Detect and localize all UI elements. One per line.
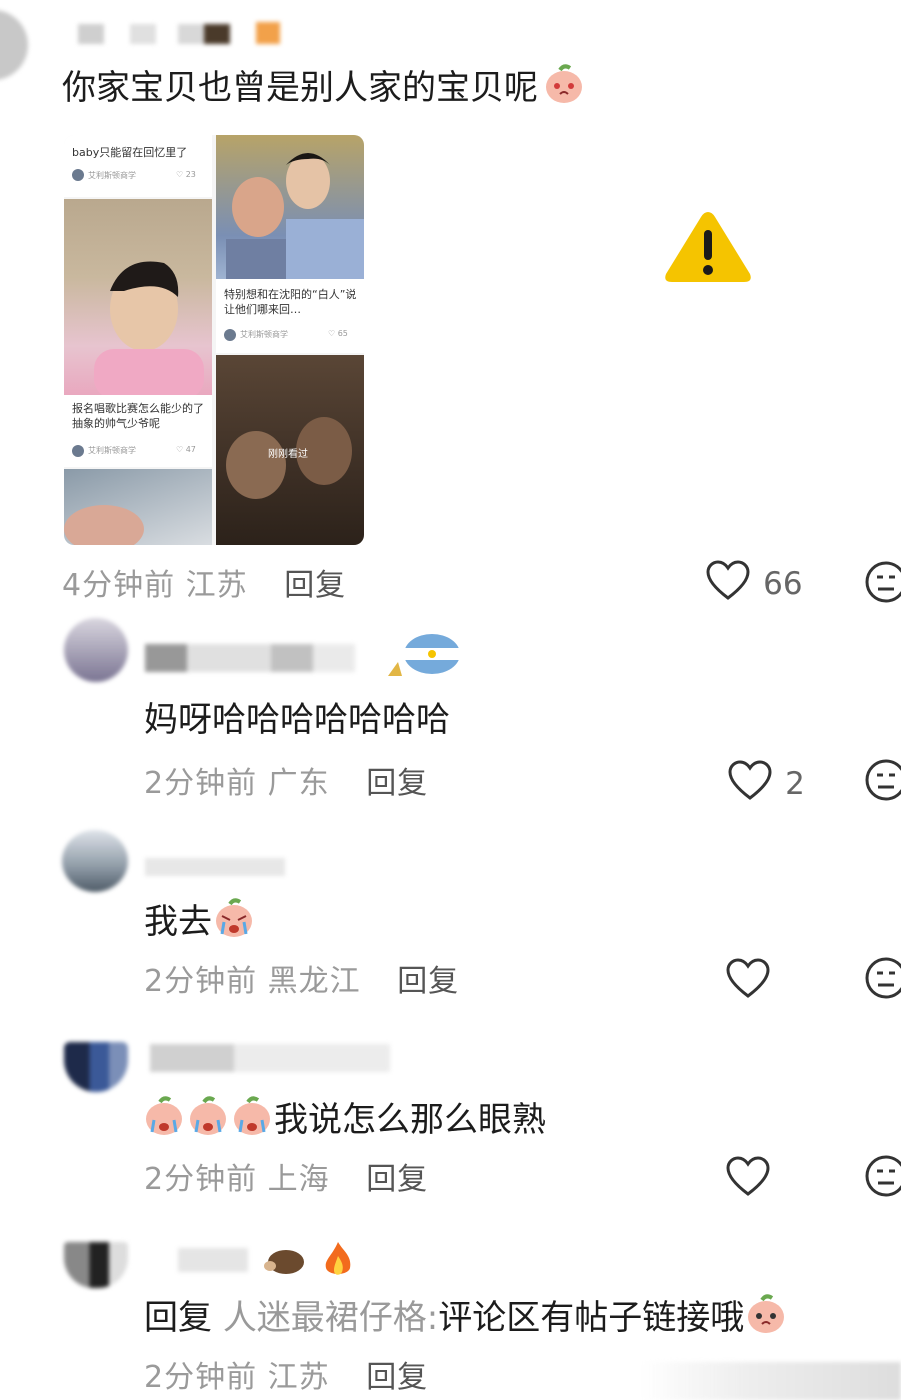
comment-location: 黑龙江 [267, 964, 361, 999]
comment-location: 广东 [267, 766, 330, 801]
grid-cell-1-likes: ♡ 23 [176, 170, 196, 179]
comment-time: 2分钟前 [144, 1360, 258, 1395]
comment-meta: 2分钟前 广东 回复 [144, 758, 428, 802]
reply-button[interactable]: 回复 [366, 1360, 428, 1395]
avatar [72, 169, 84, 181]
avatar[interactable] [0, 10, 28, 80]
grid-cell-1-author: 艾利斯顿商学 [88, 171, 136, 180]
comment-time: 2分钟前 [144, 964, 258, 999]
username-blurred [145, 858, 285, 876]
like-button[interactable] [726, 1156, 770, 1202]
dislike-icon[interactable] [864, 560, 901, 608]
comment-location: 江苏 [267, 1360, 330, 1395]
grid-cell-1-caption: baby只能留在回忆里了 [72, 146, 188, 159]
avatar [224, 329, 236, 341]
username-blurred [178, 1248, 248, 1272]
username-blurred [78, 22, 288, 46]
reply-button[interactable]: 回复 [366, 1162, 428, 1197]
heart-icon [728, 760, 772, 806]
image-grid[interactable]: baby只能留在回忆里了 艾利斯顿商学 ♡ 23 报名唱歌比赛怎么能少的了抽象的… [64, 135, 364, 545]
comment-location: 上海 [267, 1162, 330, 1197]
comment-text: 我去 [144, 896, 256, 951]
dislike-icon[interactable] [864, 956, 901, 1004]
avatar[interactable] [64, 1242, 128, 1288]
reply-to-user[interactable]: 人迷最裙仔格: [223, 1298, 438, 1338]
peach-emoji-icon [744, 1292, 788, 1347]
grid-cell-3-likes: ♡ 47 [176, 445, 196, 454]
post-text: 你家宝贝也曾是别人家的宝贝呢 [62, 62, 586, 117]
avatar[interactable] [64, 618, 128, 682]
crying-peach-emoji-icon [186, 1094, 230, 1149]
grid-cell-2-likes: ♡ 65 [328, 329, 348, 338]
grid-cell-2[interactable]: 特别想和在沈阳的“白人”说让他们哪来回… 艾利斯顿商学 ♡ 65 [216, 279, 364, 353]
username-blurred [150, 1044, 390, 1072]
watermark [640, 1362, 901, 1400]
dislike-icon[interactable] [864, 1154, 901, 1202]
hedgehog-badge-icon [262, 1242, 306, 1282]
grid-cell-4-photo[interactable]: 刚刚看过 [216, 355, 364, 545]
crying-peach-emoji-icon [142, 1094, 186, 1149]
comment-meta: 2分钟前 江苏 回复 [144, 1352, 428, 1396]
comment-time: 2分钟前 [144, 1162, 258, 1197]
grid-cell-3-photo[interactable] [64, 199, 212, 399]
like-count: 66 [763, 566, 803, 602]
comment-meta: 2分钟前 黑龙江 回复 [144, 956, 459, 1000]
heart-icon [706, 560, 750, 606]
comment-text: 妈呀哈哈哈哈哈哈哈 [144, 700, 450, 740]
reply-button[interactable]: 回复 [397, 964, 459, 999]
like-button[interactable] [726, 958, 770, 1004]
like-button[interactable]: 2 [728, 760, 805, 810]
grid-cell-2-author: 艾利斯顿商学 [240, 330, 288, 339]
post-time: 4分钟前 [62, 568, 176, 603]
grid-cell-4-overlay: 刚刚看过 [268, 449, 308, 460]
crying-peach-emoji-icon [212, 896, 256, 951]
like-count: 2 [785, 766, 805, 802]
grid-cell-3-caption: 报名唱歌比赛怎么能少的了抽象的帅气少爷呢 [72, 402, 204, 430]
grid-cell-5-photo[interactable] [64, 469, 212, 545]
comment-text: 我说怎么那么眼熟 [142, 1094, 546, 1149]
dislike-icon[interactable] [864, 758, 901, 806]
warning-icon[interactable] [662, 208, 754, 286]
grid-cell-2-photo[interactable] [216, 135, 364, 283]
argentina-flag-badge [384, 632, 464, 686]
grid-cell-3-author: 艾利斯顿商学 [88, 446, 136, 455]
comment-text: 回复 人迷最裙仔格:评论区有帖子链接哦 [144, 1292, 788, 1347]
grid-cell-1[interactable]: baby只能留在回忆里了 艾利斯顿商学 ♡ 23 [64, 135, 212, 197]
reply-button[interactable]: 回复 [366, 766, 428, 801]
comment-time: 2分钟前 [144, 766, 258, 801]
crying-peach-emoji-icon [230, 1094, 274, 1149]
avatar [72, 445, 84, 457]
heart-icon [726, 958, 770, 1004]
comment-meta: 2分钟前 上海 回复 [144, 1154, 428, 1198]
reply-prefix: 回复 [144, 1298, 212, 1338]
grid-cell-2-caption: 特别想和在沈阳的“白人”说让他们哪来回… [224, 288, 357, 316]
grid-cell-3[interactable]: 报名唱歌比赛怎么能少的了抽象的帅气少爷呢 艾利斯顿商学 ♡ 47 [64, 395, 212, 467]
like-button[interactable]: 66 [706, 560, 803, 610]
heart-icon [726, 1156, 770, 1202]
post-meta: 4分钟前 江苏 回复 [62, 560, 346, 604]
avatar[interactable] [62, 830, 128, 892]
peach-emoji-icon [542, 62, 586, 117]
reply-button[interactable]: 回复 [284, 568, 346, 603]
fire-badge-icon [318, 1240, 358, 1284]
post-location: 江苏 [185, 568, 248, 603]
avatar[interactable] [64, 1042, 128, 1092]
username-blurred [145, 644, 355, 672]
